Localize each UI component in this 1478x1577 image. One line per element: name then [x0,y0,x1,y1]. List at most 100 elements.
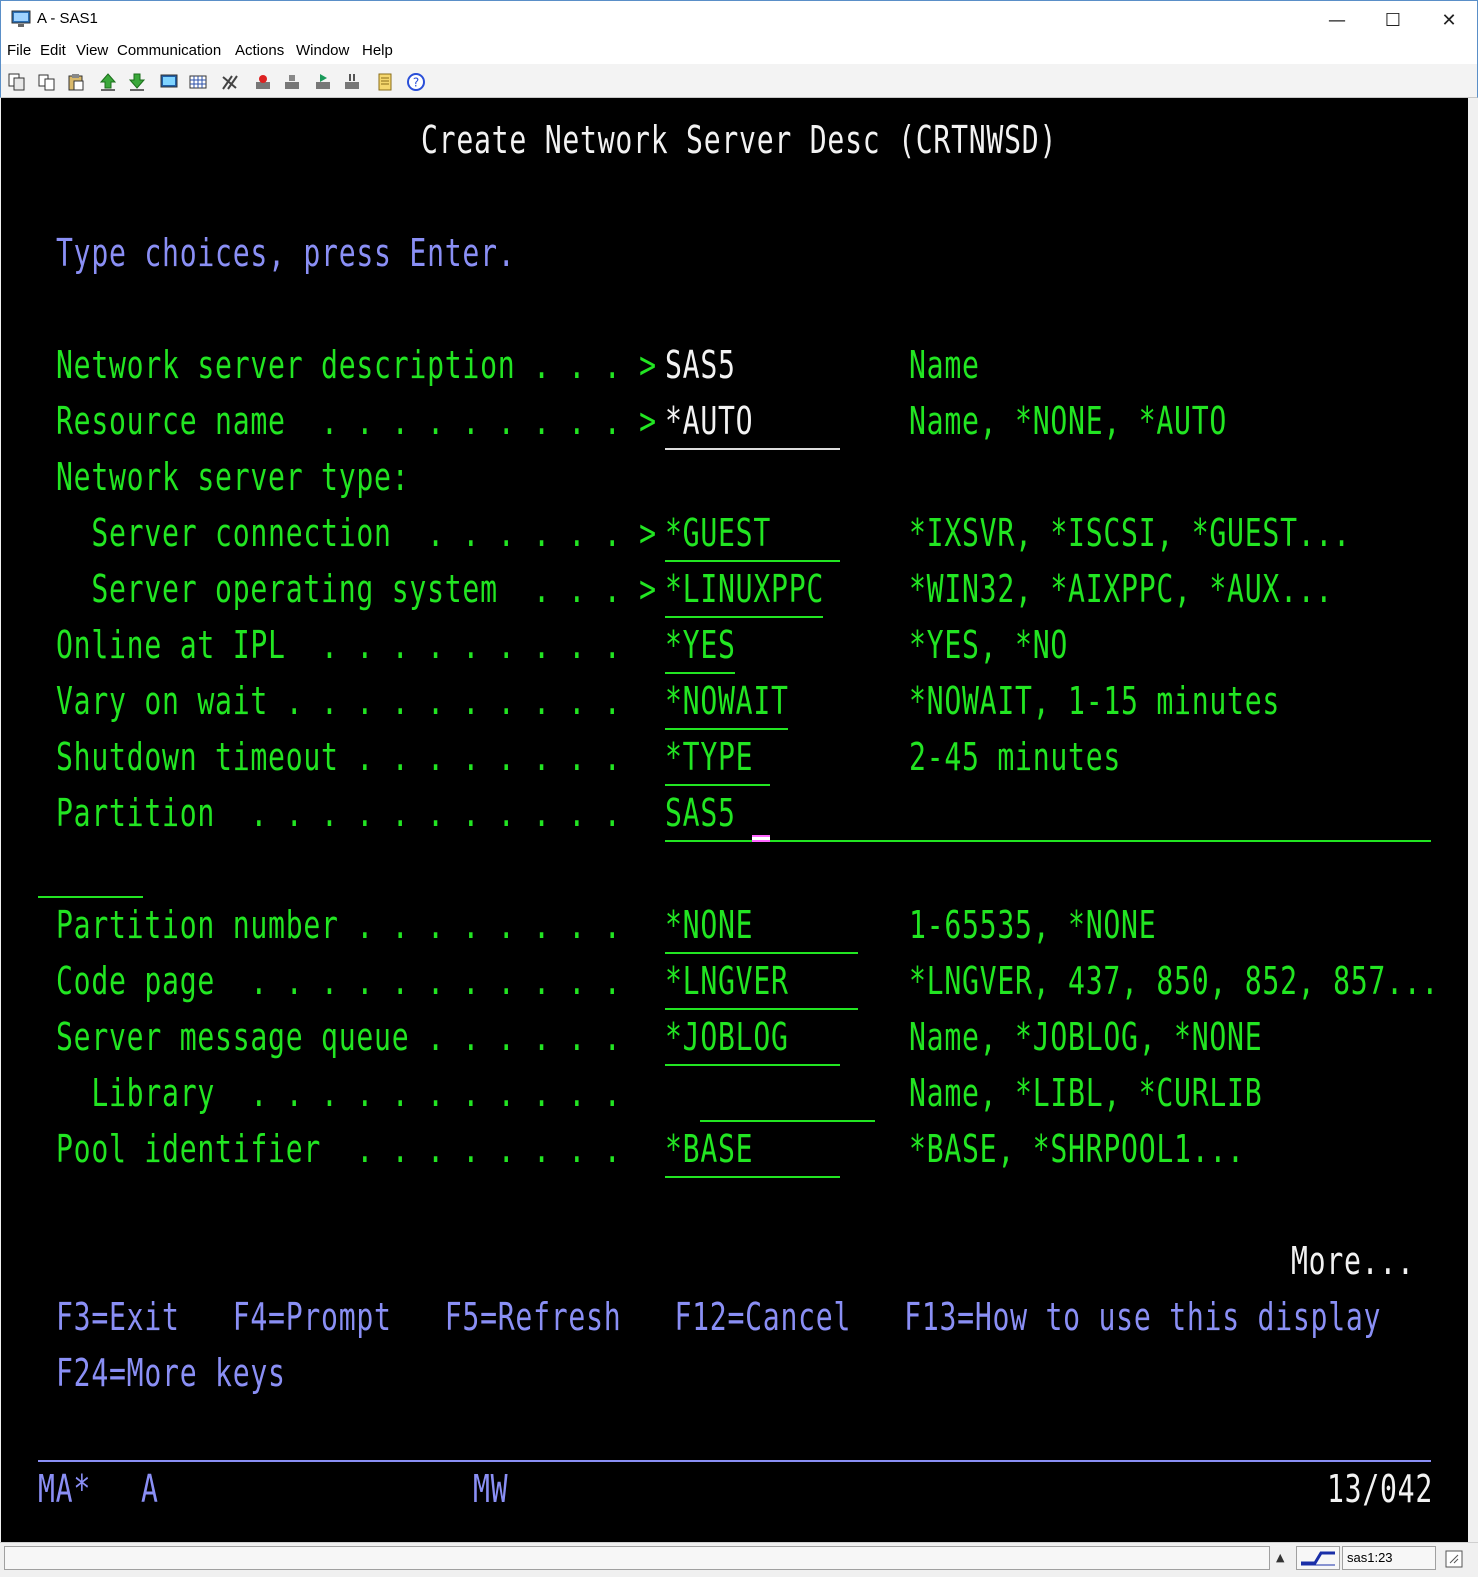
menu-communication[interactable]: Communication [117,42,221,59]
hint-partition-number: 1-65535, *NONE [909,903,1157,947]
partition-number-underline [665,952,858,954]
shutdown-timeout-input[interactable]: *TYPE [665,735,753,779]
server-connection-underline [665,560,840,562]
copy-icon[interactable] [7,72,27,92]
pool-underline [665,1176,840,1178]
online-ipl-underline [665,672,735,674]
hint-msgq: Name, *JOBLOG, *NONE [909,1015,1263,1059]
oia-session: A [141,1467,159,1511]
terminal-app-icon [11,10,31,27]
toolbar: ? [0,64,1478,98]
vary-on-wait-underline [665,728,788,730]
menu-file[interactable]: File [7,42,31,59]
menu-view[interactable]: View [76,42,108,59]
notes-icon[interactable] [375,72,395,92]
keypad-icon[interactable] [188,72,208,92]
pool-input[interactable]: *BASE [665,1127,753,1171]
shutdown-timeout-underline [665,784,770,786]
stop-icon[interactable] [282,72,302,92]
scroll-up-icon[interactable]: ▲ [1276,1551,1284,1564]
hint-resource: Name, *NONE, *AUTO [909,399,1228,443]
hint-nwsd: Name [909,343,980,387]
server-connection-input[interactable]: *GUEST [665,511,771,555]
svg-text:?: ? [413,76,419,90]
msgq-underline [665,1064,840,1066]
field-label-vary-on-wait: Vary on wait . . . . . . . . . . [56,679,622,723]
hint-pool: *BASE, *SHRPOOL1... [909,1127,1245,1171]
menu-help[interactable]: Help [362,42,393,59]
paste-icon[interactable] [37,72,57,92]
close-button[interactable]: ✕ [1421,1,1477,39]
pause-icon[interactable] [342,72,362,92]
field-label-server-type: Network server type: [56,455,410,499]
field-label-msgq: Server message queue . . . . . . [56,1015,622,1059]
session-name: sas1:23 [1342,1546,1436,1570]
menu-edit[interactable]: Edit [40,42,66,59]
hint-online-ipl: *YES, *NO [909,623,1069,667]
macro-icon[interactable] [220,72,240,92]
function-keys-line1[interactable]: F3=Exit F4=Prompt F5=Refresh F12=Cancel … [56,1295,1381,1339]
nwsd-input[interactable]: SAS5 [665,343,736,387]
connection-indicator [1296,1546,1340,1570]
online-ipl-input[interactable]: *YES [665,623,736,667]
help-icon[interactable]: ? [406,72,426,92]
more-indicator: More... [1291,1239,1415,1283]
partition-underline [665,840,1431,842]
partition-underline-wrap [38,896,143,898]
upload-icon[interactable] [98,72,118,92]
resource-name-underline [665,448,840,450]
text-cursor [752,835,770,842]
menu-actions[interactable]: Actions [235,42,284,59]
code-page-input[interactable]: *LNGVER [665,959,789,1003]
partition-number-input[interactable]: *NONE [665,903,753,947]
menu-bar: File Edit View Communication Actions Win… [0,38,1478,64]
field-label-pool: Pool identifier . . . . . . . . [56,1127,622,1171]
oia-mode: MW [473,1467,509,1511]
hint-vary-on-wait: *NOWAIT, 1-15 minutes [909,679,1281,723]
field-label-os: Server operating system . . . > [56,567,657,611]
hint-os: *WIN32, *AIXPPC, *AUX... [909,567,1334,611]
field-label-shutdown: Shutdown timeout . . . . . . . . [56,735,622,779]
field-label-connection: Server connection . . . . . . > [56,511,657,555]
oia-cursor-position: 13/042 [1327,1467,1434,1511]
partition-input[interactable]: SAS5 [665,791,736,835]
field-label-resource: Resource name . . . . . . . . . > [56,399,657,443]
field-label-online-ipl: Online at IPL . . . . . . . . . [56,623,622,667]
field-label-code-page: Code page . . . . . . . . . . . [56,959,622,1003]
field-label-nwsd: Network server description . . . > [56,343,657,387]
clipboard-icon[interactable] [66,72,86,92]
resource-name-input[interactable]: *AUTO [665,399,753,443]
play-icon[interactable] [313,72,333,92]
msgq-input[interactable]: *JOBLOG [665,1015,789,1059]
server-os-input[interactable]: *LINUXPPC [665,567,824,611]
oia-separator [38,1460,1431,1462]
resize-grip-icon[interactable] [1444,1549,1466,1571]
code-page-underline [665,1008,858,1010]
library-underline [700,1120,875,1122]
status-bar: ▲ sas1:23 [0,1542,1478,1577]
screen-title: Create Network Server Desc (CRTNWSD) [421,118,1058,162]
minimize-button[interactable]: — [1309,1,1365,39]
hint-code-page: *LNGVER, 437, 850, 852, 857... [909,959,1440,1003]
maximize-button[interactable]: ☐ [1365,1,1421,39]
field-label-library: Library . . . . . . . . . . . [56,1071,622,1115]
hint-library: Name, *LIBL, *CURLIB [909,1071,1263,1115]
hint-shutdown: 2-45 minutes [909,735,1122,779]
field-label-partition: Partition . . . . . . . . . . . [56,791,622,835]
window-title: A - SAS1 [37,10,98,27]
status-message-field [4,1546,1270,1570]
field-label-partition-number: Partition number . . . . . . . . [56,903,622,947]
server-os-underline [665,616,823,618]
title-bar: A - SAS1 — ☐ ✕ [0,0,1478,38]
record-icon[interactable] [253,72,273,92]
instruction-text: Type choices, press Enter. [56,231,516,275]
oia-status: MA* [38,1467,92,1511]
display-icon[interactable] [159,72,179,92]
download-icon[interactable] [127,72,147,92]
function-keys-line2[interactable]: F24=More keys [56,1351,286,1395]
hint-connection: *IXSVR, *ISCSI, *GUEST... [909,511,1351,555]
vary-on-wait-input[interactable]: *NOWAIT [665,679,789,723]
terminal-screen[interactable]: Create Network Server Desc (CRTNWSD) Typ… [1,98,1468,1542]
connection-icon [1301,1551,1335,1566]
menu-window[interactable]: Window [296,42,349,59]
